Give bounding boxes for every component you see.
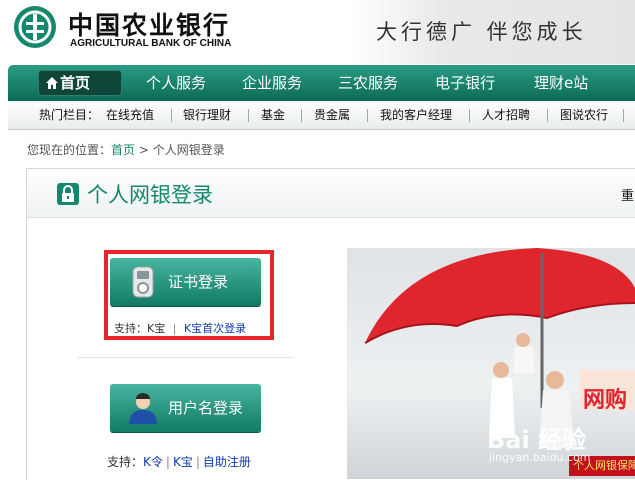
hot-columns-prefix: 热门栏目： bbox=[39, 108, 100, 122]
subnav-item-gallery[interactable]: 图说农行 bbox=[560, 101, 608, 129]
subnav-item-manager[interactable]: 我的客户经理 bbox=[380, 101, 452, 129]
support-separator: | bbox=[195, 455, 200, 469]
subnav-item-fund[interactable]: 基金 bbox=[261, 101, 285, 129]
site-header: 中国农业银行 AGRICULTURAL BANK OF CHINA 大行德广 伴… bbox=[0, 0, 635, 64]
subnav-divider bbox=[248, 109, 249, 122]
cert-support-line: 支持：K宝 | K宝首次登录 bbox=[114, 320, 246, 336]
banner-headline: 网购 bbox=[583, 388, 628, 413]
nav-item-estation[interactable]: 理财e站 bbox=[534, 65, 588, 101]
section-divider bbox=[78, 357, 294, 358]
hot-columns-bar: 热门栏目： 在线充值 银行理财 基金 贵金属 我的客户经理 人才招聘 图说农行 bbox=[8, 101, 635, 130]
cert-support-prefix: 支持：K宝 bbox=[114, 322, 166, 335]
kling-link[interactable]: K令 bbox=[143, 455, 163, 469]
support-separator: | bbox=[165, 455, 170, 469]
promo-banner[interactable]: 网购 个人网银保障 Bai 经验 jingyan.baidu.com bbox=[347, 248, 635, 479]
header-slogan: 大行德广 伴您成长 bbox=[376, 20, 587, 44]
nav-item-ebank[interactable]: 电子银行 bbox=[435, 65, 495, 101]
nav-item-agriculture[interactable]: 三农服务 bbox=[338, 65, 398, 101]
panel-header-right-text: 重 bbox=[621, 189, 635, 204]
username-support-line: 支持：K令 | K宝 | 自助注册 bbox=[107, 453, 251, 470]
subnav-divider bbox=[367, 109, 368, 122]
nav-item-enterprise[interactable]: 企业服务 bbox=[242, 65, 302, 101]
breadcrumb-arrow: > bbox=[138, 143, 149, 157]
breadcrumb-prefix: 您现在的位置： bbox=[27, 143, 112, 157]
user-icon bbox=[129, 393, 157, 424]
baidu-watermark-url: jingyan.baidu.com bbox=[489, 451, 591, 464]
subnav-divider bbox=[171, 109, 172, 122]
breadcrumb-home-link[interactable]: 首页 bbox=[111, 143, 135, 157]
breadcrumb: 您现在的位置：首页 > 个人网银登录 bbox=[27, 141, 225, 158]
home-icon bbox=[46, 77, 58, 89]
nav-item-home[interactable]: 首页 bbox=[38, 70, 122, 96]
subnav-divider bbox=[469, 109, 470, 122]
cert-login-label: 证书登录 bbox=[168, 273, 229, 291]
abc-logo-icon[interactable] bbox=[14, 6, 56, 48]
page-title: 个人网银登录 bbox=[87, 183, 213, 207]
breadcrumb-current: 个人网银登录 bbox=[152, 143, 225, 157]
nav-item-label: 首页 bbox=[60, 74, 91, 92]
usb-key-icon bbox=[132, 266, 154, 298]
main-nav: 首页 个人服务 企业服务 三农服务 电子银行 理财e站 bbox=[8, 65, 635, 101]
subnav-item-careers[interactable]: 人才招聘 bbox=[482, 101, 530, 129]
kbao-link[interactable]: K宝 bbox=[173, 455, 193, 469]
bank-name-cn: 中国农业银行 bbox=[68, 11, 231, 40]
username-support-prefix: 支持： bbox=[107, 455, 144, 469]
username-login-label: 用户名登录 bbox=[168, 399, 244, 417]
baidu-watermark: Bai 经验 bbox=[487, 426, 587, 454]
lock-icon bbox=[57, 183, 79, 205]
support-separator: | bbox=[172, 322, 177, 335]
subnav-item-metal[interactable]: 贵金属 bbox=[314, 101, 350, 129]
panel-header: 个人网银登录 重 bbox=[27, 169, 635, 218]
kbao-first-login-link[interactable]: K宝首次登录 bbox=[184, 322, 246, 335]
bank-name-en: AGRICULTURAL BANK OF CHINA bbox=[70, 38, 232, 49]
subnav-divider bbox=[547, 109, 548, 122]
username-login-button[interactable]: 用户名登录 bbox=[110, 384, 261, 432]
subnav-divider bbox=[623, 109, 624, 122]
subnav-item-wealth[interactable]: 银行理财 bbox=[183, 101, 231, 129]
nav-item-personal[interactable]: 个人服务 bbox=[146, 65, 206, 101]
subnav-item-recharge[interactable]: 在线充值 bbox=[106, 101, 154, 129]
cert-login-button[interactable]: 证书登录 bbox=[110, 258, 261, 306]
self-register-link[interactable]: 自助注册 bbox=[203, 455, 251, 469]
subnav-divider bbox=[301, 109, 302, 122]
